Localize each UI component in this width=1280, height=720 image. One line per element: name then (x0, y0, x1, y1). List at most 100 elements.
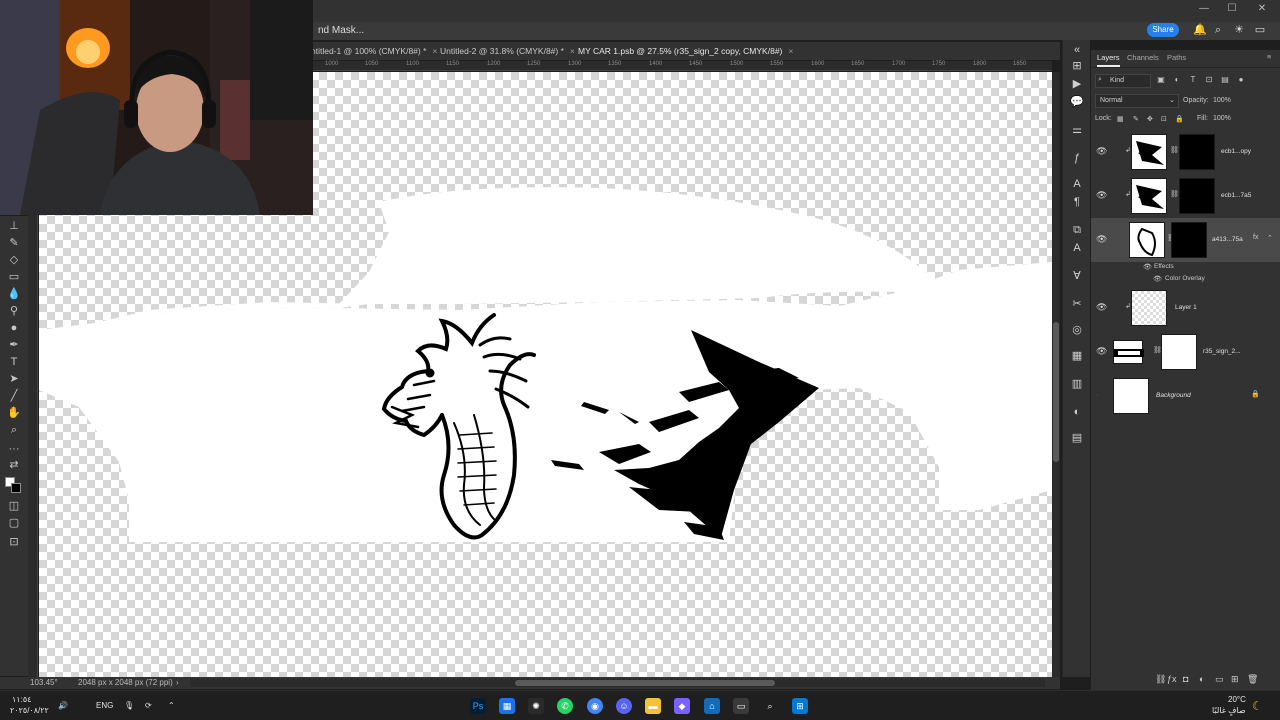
mask-thumbnail[interactable] (1161, 334, 1197, 370)
task-view-icon[interactable]: ▭ (733, 698, 749, 714)
chatgpt-icon[interactable]: ✺ (528, 698, 544, 714)
search-icon[interactable]: ⌕ (762, 698, 778, 714)
lock-all-icon[interactable]: 🔒 (1175, 115, 1184, 123)
visibility-off-icon[interactable]: · (1096, 390, 1099, 400)
folder-icon[interactable]: ▬ (645, 698, 661, 714)
vertical-scrollbar[interactable] (1052, 72, 1060, 677)
type-filter-icon[interactable]: T (1187, 75, 1199, 87)
tab-untitled-1[interactable]: ntitled-1 @ 100% (CMYK/8#) * × (305, 42, 437, 60)
collapse-panels-icon[interactable]: « (1069, 42, 1085, 58)
blend-mode-select[interactable]: Normal ⌄ (1095, 94, 1179, 108)
document-info[interactable]: 2048 px x 2048 px (72 ppi) (78, 678, 173, 687)
gradient-tool-icon[interactable]: ▭ (6, 269, 22, 285)
visibility-eye-icon[interactable]: 👁 (1096, 346, 1107, 357)
microphone-icon[interactable]: 🎙 (124, 701, 134, 710)
add-style-icon[interactable]: ƒx (1167, 674, 1177, 684)
fx-badge[interactable]: fx (1253, 234, 1258, 241)
layer-name[interactable]: Background (1156, 392, 1191, 399)
filter-toggle-icon[interactable]: ● (1235, 75, 1247, 87)
chevron-up-icon[interactable]: ⌃ (168, 701, 175, 710)
mask-thumbnail[interactable] (1179, 178, 1215, 214)
swap-colors-icon[interactable]: ⇄ (6, 457, 22, 473)
mask-thumbnail[interactable] (1171, 222, 1207, 258)
zoom-readout[interactable]: 103.45° (30, 678, 58, 687)
layer-filter-kind[interactable]: Kind (1095, 74, 1151, 88)
copilot-icon[interactable]: ◆ (674, 698, 690, 714)
visibility-eye-icon[interactable]: 👁 (1096, 146, 1107, 157)
visibility-eye-icon[interactable]: 👁 (1096, 190, 1107, 201)
pixel-filter-icon[interactable]: ▣ (1155, 75, 1167, 87)
minimize-icon[interactable]: — (1196, 3, 1212, 14)
character-styles-icon[interactable]: A (1069, 240, 1085, 256)
brush-tool-icon[interactable]: ✎ (6, 235, 22, 251)
blur-tool-icon[interactable]: 💧 (6, 286, 22, 302)
color-icon[interactable]: ◐ (1069, 404, 1085, 420)
edit-toolbar-icon[interactable]: ⊡ (6, 534, 22, 550)
tab-layers[interactable]: Layers (1097, 53, 1120, 67)
tab-channels[interactable]: Channels (1127, 53, 1159, 62)
tab-untitled-2[interactable]: Untitled-2 @ 31.8% (CMYK/8#) * × (434, 42, 575, 60)
more-tools-icon[interactable]: ··· (6, 441, 22, 457)
file-explorer-icon[interactable]: ▦ (499, 698, 515, 714)
new-adjustment-icon[interactable]: ◐ (1199, 674, 1204, 684)
status-arrow-icon[interactable]: › (176, 678, 179, 687)
history-icon[interactable]: ⊞ (1069, 58, 1085, 74)
layer-row[interactable]: 👁 ↲ Layer 1 (1091, 286, 1266, 330)
pen-tool-icon[interactable]: ✒ (6, 337, 22, 353)
search-icon[interactable]: ⌕ (1211, 23, 1225, 37)
maximize-icon[interactable]: ☐ (1224, 3, 1240, 14)
new-layer-icon[interactable]: ⊞ (1231, 674, 1239, 685)
3d-icon[interactable]: ◎ (1069, 322, 1085, 338)
swatches-icon[interactable]: ▦ (1069, 348, 1085, 364)
language-indicator[interactable]: ENG (96, 701, 113, 710)
layer-name[interactable]: ecb1...opy (1221, 148, 1251, 155)
tools-icon[interactable]: ✂ (1069, 296, 1085, 312)
type-panel-icon[interactable]: Ɐ (1069, 268, 1085, 284)
lock-transparent-icon[interactable]: ▦ (1117, 115, 1124, 123)
link-layers-icon[interactable]: ⛓ (1155, 674, 1166, 685)
layer-row[interactable]: 👁 ⛓ r35_sign_2... (1091, 330, 1266, 374)
lightbulb-icon[interactable]: ☀ (1232, 23, 1246, 37)
glyphs-icon[interactable]: ⧉ (1069, 222, 1085, 238)
zoom-tool-icon[interactable]: ⌕ (6, 422, 22, 438)
weather-description[interactable]: صافٍ غالبًا (1212, 706, 1246, 715)
character-icon[interactable]: A (1069, 176, 1085, 192)
mask-thumbnail[interactable] (1179, 134, 1215, 170)
store-icon[interactable]: ⌂ (704, 698, 720, 714)
fx-icon[interactable]: ƒ (1069, 150, 1085, 166)
close-icon[interactable]: ✕ (1254, 3, 1270, 14)
horizontal-scrollbar[interactable] (190, 679, 1045, 687)
sync-icon[interactable]: ⟳ (145, 701, 152, 710)
chevron-up-icon[interactable]: ⌃ (1267, 234, 1273, 242)
new-group-icon[interactable]: ▭ (1215, 674, 1224, 685)
delete-layer-icon[interactable]: 🗑 (1247, 674, 1258, 685)
gradients-icon[interactable]: ▥ (1069, 376, 1085, 392)
color-overlay-eye-icon[interactable]: 👁 (1153, 275, 1162, 283)
select-and-mask-button[interactable]: nd Mask... (318, 25, 364, 36)
eraser-tool-icon[interactable]: ◇ (6, 252, 22, 268)
workspace-icon[interactable]: ▭ (1253, 23, 1267, 37)
layer-name[interactable]: ecb1...7a5 (1221, 192, 1251, 199)
sponge-tool-icon[interactable]: ● (6, 320, 22, 336)
comment-icon[interactable]: 💬 (1069, 94, 1085, 110)
layer-name[interactable]: a413...75a (1212, 236, 1243, 243)
quick-mask-icon[interactable]: ◫ (6, 498, 22, 514)
play-icon[interactable]: ▶ (1069, 76, 1085, 92)
temperature[interactable]: 20°C (1228, 695, 1246, 704)
close-tab-icon[interactable]: × (788, 46, 793, 56)
lock-pixels-icon[interactable]: ✎ (1133, 115, 1139, 123)
chrome-icon[interactable]: ◉ (587, 698, 603, 714)
line-tool-icon[interactable]: ╱ (6, 388, 22, 404)
clock-time[interactable]: ١١:٥٤ (12, 695, 31, 704)
add-mask-icon[interactable]: ◘ (1183, 674, 1188, 684)
layer-row[interactable]: 👁 ↲ ⛓ ecb1...opy (1091, 130, 1266, 174)
clock-date[interactable]: ٢٠٢٥/٠٨/٢٢ (10, 706, 49, 715)
share-button[interactable]: Share (1147, 23, 1179, 37)
path-selection-icon[interactable]: ➤ (6, 371, 22, 387)
tab-paths[interactable]: Paths (1167, 53, 1186, 62)
opacity-value[interactable]: 100% (1213, 97, 1231, 104)
bell-icon[interactable]: 🔔 (1193, 23, 1207, 37)
visibility-eye-icon[interactable]: 👁 (1096, 234, 1107, 245)
libraries-icon[interactable]: ▤ (1069, 430, 1085, 446)
hand-tool-icon[interactable]: ✋ (6, 405, 22, 421)
